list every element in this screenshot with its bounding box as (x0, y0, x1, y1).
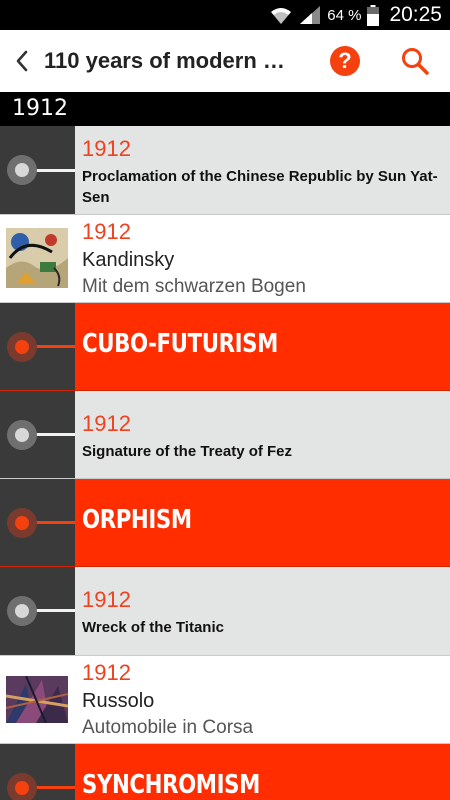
timeline-node-icon (7, 773, 37, 800)
artwork-thumbnail (6, 228, 68, 288)
artwork-title: Automobile in Corsa (82, 717, 254, 738)
timeline-movement-row[interactable]: SYNCHROMISM (0, 744, 450, 800)
timeline-movement-row[interactable]: ORPHISM (0, 479, 450, 567)
clock: 20:25 (389, 3, 442, 26)
wifi-icon (271, 8, 292, 24)
timeline-event-row[interactable]: 1912 Signature of the Treaty of Fez (0, 391, 450, 479)
artwork-title: Mit dem schwarzen Bogen (82, 276, 306, 297)
timeline-node-icon (7, 420, 37, 450)
artist-name: Kandinsky (82, 249, 175, 271)
movement-title: ORPHISM (82, 505, 192, 535)
event-year: 1912 (82, 411, 131, 436)
timeline-artwork-row[interactable]: 1912 Russolo Automobile in Corsa (0, 656, 450, 744)
event-title: Proclamation of the Chinese Republic by … (82, 168, 438, 206)
timeline-node-icon (7, 596, 37, 626)
artwork-year: 1912 (82, 660, 131, 685)
artwork-thumbnail (6, 676, 68, 723)
event-title: Signature of the Treaty of Fez (82, 443, 293, 460)
timeline-artwork-row[interactable]: 1912 Kandinsky Mit dem schwarzen Bogen (0, 215, 450, 303)
help-button[interactable]: ? (330, 46, 360, 76)
movement-title: SYNCHROMISM (82, 770, 260, 800)
help-icon: ? (338, 48, 352, 73)
event-year: 1912 (82, 136, 131, 161)
event-year: 1912 (82, 587, 131, 612)
chevron-left-icon (16, 50, 28, 72)
event-title: Wreck of the Titanic (82, 619, 224, 636)
page-title: 110 years of modern a… (44, 48, 294, 73)
timeline-event-row[interactable]: 1912 Proclamation of the Chinese Republi… (0, 126, 450, 215)
battery-percent: 64 % (327, 6, 362, 24)
back-button[interactable] (0, 30, 44, 92)
battery-icon (367, 4, 380, 26)
artwork-year: 1912 (82, 219, 131, 244)
timeline-list: 1912 Proclamation of the Chinese Republi… (0, 126, 450, 800)
timeline-node-icon (7, 508, 37, 538)
year-section-header: 1912 (0, 92, 450, 126)
timeline-node-icon (7, 332, 37, 362)
timeline-event-row[interactable]: 1912 Wreck of the Titanic (0, 567, 450, 656)
status-bar: 64 % 20:25 (0, 0, 450, 30)
timeline-node-icon (7, 155, 37, 185)
search-icon[interactable] (398, 44, 432, 78)
movement-title: CUBO-FUTURISM (82, 329, 278, 359)
signal-icon (300, 6, 321, 24)
timeline-movement-row[interactable]: CUBO-FUTURISM (0, 303, 450, 391)
action-bar: 110 years of modern a… ? (0, 30, 450, 92)
artist-name: Russolo (82, 690, 155, 712)
